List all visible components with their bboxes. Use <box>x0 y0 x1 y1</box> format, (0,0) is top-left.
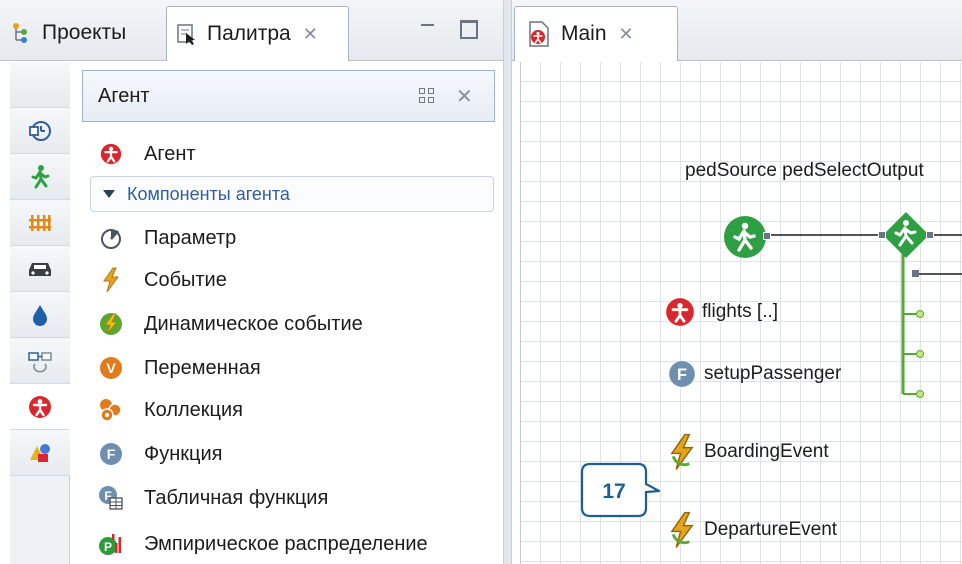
agent-icon <box>98 141 124 167</box>
palette-item-label: Параметр <box>144 226 237 249</box>
palette-item-variable[interactable]: V Переменная <box>82 348 261 388</box>
palette-item-dynamic-event[interactable]: Динамическое событие <box>82 304 363 344</box>
dynamic-event-icon <box>98 311 124 337</box>
tab-projects[interactable]: Проекты <box>10 8 162 58</box>
palette-item-label: Динамическое событие <box>144 312 363 335</box>
palette-item-label: Коллекция <box>144 398 244 421</box>
event-icon <box>666 511 698 548</box>
close-icon[interactable]: ✕ <box>303 24 318 45</box>
fluid-icon[interactable] <box>10 292 70 338</box>
flights-population[interactable]: flights [..] <box>664 296 778 328</box>
parameter-icon <box>98 225 124 251</box>
departure-event[interactable]: DepartureEvent <box>666 511 838 548</box>
element-label: BoardingEvent <box>704 441 829 462</box>
table-function-icon: F <box>98 485 124 511</box>
svg-text:F: F <box>677 366 687 384</box>
callout-17: 17 <box>580 458 660 522</box>
panel-divider[interactable] <box>503 0 512 564</box>
presentation-icon[interactable] <box>10 430 70 476</box>
callout-number: 17 <box>602 480 625 503</box>
palette-category-tabs <box>10 62 70 564</box>
element-label: DepartureEvent <box>704 519 838 540</box>
event-icon <box>98 267 124 293</box>
agent-type-icon <box>527 21 551 47</box>
road-traffic-icon[interactable] <box>10 246 70 292</box>
empirical-distribution-icon: P <box>98 531 124 557</box>
svg-text:V: V <box>106 360 116 376</box>
element-label: setupPassenger <box>704 363 842 384</box>
ped-source-block[interactable] <box>723 215 771 259</box>
system-dynamics-icon[interactable] <box>10 338 70 384</box>
ped-select-output-block[interactable] <box>878 211 934 259</box>
palette-item-label: Агент <box>144 142 196 165</box>
agent-tab[interactable] <box>10 384 70 430</box>
blank-tab[interactable] <box>10 62 70 108</box>
grid-view-icon[interactable] <box>419 88 437 106</box>
tab-palette-label: Палитра <box>207 22 291 45</box>
maximize-button[interactable] <box>458 18 478 39</box>
section-title: Компоненты агента <box>127 183 290 204</box>
section-agent-components[interactable]: Компоненты агента <box>90 176 494 212</box>
svg-text:F: F <box>107 446 116 462</box>
palette-item-label: Событие <box>144 268 227 291</box>
palette-icon <box>175 23 197 45</box>
setup-passenger-function[interactable]: F setupPassenger <box>666 358 841 390</box>
palette-header-title: Агент <box>98 84 150 107</box>
svg-text:P: P <box>104 540 112 554</box>
palette-item-label: Эмпирическое распределение <box>144 532 428 555</box>
left-tab-bar: Проекты Палитра ✕ <box>0 0 503 61</box>
agent-icon <box>28 395 51 418</box>
close-icon[interactable]: ✕ <box>619 24 634 45</box>
palette-item-parameter[interactable]: Параметр <box>82 218 236 258</box>
palette-item-event[interactable]: Событие <box>82 260 227 300</box>
pedestrian-icon[interactable] <box>10 154 70 200</box>
variable-icon: V <box>98 355 124 381</box>
palette-item-label: Функция <box>144 442 223 465</box>
close-icon[interactable]: ✕ <box>456 84 473 108</box>
minimize-button[interactable] <box>418 20 438 38</box>
boarding-event[interactable]: BoardingEvent <box>666 433 829 470</box>
projects-icon <box>10 22 32 44</box>
palette-item-empirical-distribution[interactable]: P Эмпирическое распределение <box>82 524 428 564</box>
tab-projects-label: Проекты <box>42 21 127 44</box>
palette-item-label: Переменная <box>144 356 261 379</box>
tab-main-label: Main <box>561 22 607 45</box>
palette-item-label: Табличная функция <box>144 486 329 509</box>
palette-header: Агент ✕ <box>82 70 495 122</box>
editor-tab-bar: Main ✕ <box>512 0 962 61</box>
rail-icon[interactable] <box>10 200 70 246</box>
palette-item-table-function[interactable]: F Табличная функция <box>82 478 328 518</box>
palette-item-function[interactable]: F Функция <box>82 434 222 474</box>
palette-list: Агент ✕ Агент Компоненты агента Параметр… <box>82 62 503 564</box>
function-icon: F <box>98 441 124 467</box>
tab-main[interactable]: Main ✕ <box>514 6 678 61</box>
left-panel: Проекты Палитра ✕ Агент ✕ Агент Компонен… <box>0 0 503 564</box>
tab-palette[interactable]: Палитра ✕ <box>166 6 349 61</box>
collection-icon <box>98 397 124 423</box>
chevron-down-icon <box>103 190 115 198</box>
palette-item-collection[interactable]: Коллекция <box>82 390 243 430</box>
function-icon: F <box>666 358 698 390</box>
agent-population-icon <box>664 296 696 328</box>
palette-item-agent[interactable]: Агент <box>82 134 196 174</box>
event-icon <box>666 433 698 470</box>
element-label: flights [..] <box>702 301 779 322</box>
process-modeling-icon[interactable] <box>10 108 70 154</box>
